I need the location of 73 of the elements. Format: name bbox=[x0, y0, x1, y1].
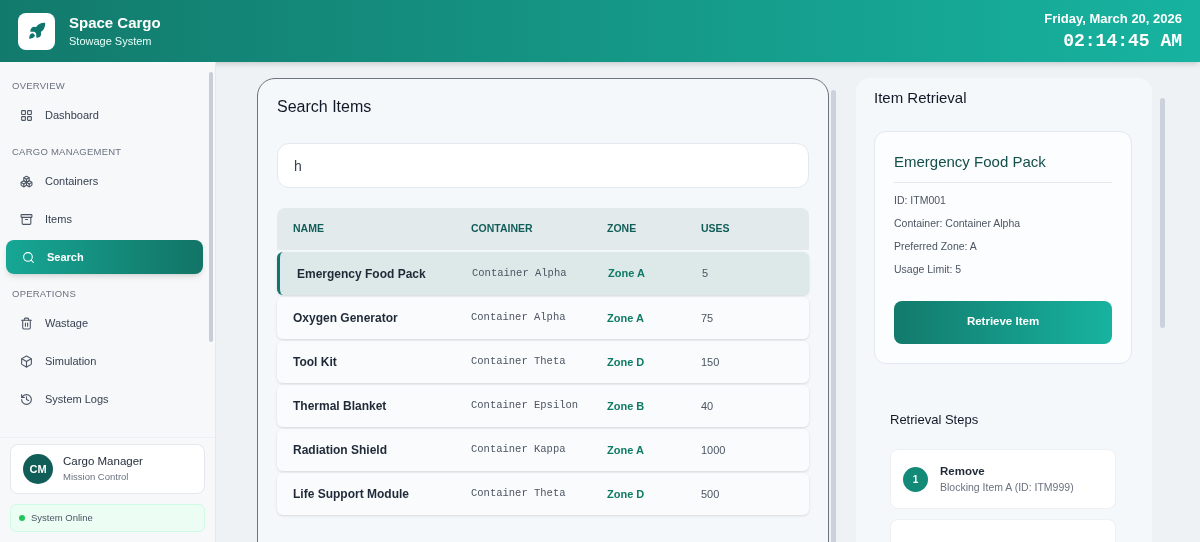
item-name: Emergency Food Pack bbox=[297, 265, 427, 283]
uses-text: 150 bbox=[701, 354, 721, 370]
nav-icon bbox=[20, 108, 33, 122]
column-header: ZONE bbox=[607, 221, 638, 237]
status-text: System Online bbox=[31, 510, 93, 525]
uses-text: 40 bbox=[701, 398, 715, 414]
date-text: Friday, March 20, 2026 bbox=[1044, 10, 1182, 28]
sidebar-item[interactable]: Containers bbox=[6, 164, 203, 198]
container-name: Container Theta bbox=[471, 486, 567, 502]
nav-icon bbox=[20, 174, 33, 188]
search-field[interactable]: h bbox=[277, 143, 809, 188]
detail-text: Container: Container Alpha bbox=[894, 215, 1022, 231]
user-avatar: CM bbox=[23, 454, 53, 484]
zone-text: Zone A bbox=[607, 310, 645, 326]
item-name: Life Support Module bbox=[293, 486, 410, 503]
nav-icon bbox=[20, 316, 33, 330]
zone-text: Zone A bbox=[607, 442, 645, 458]
zone-text: Zone D bbox=[607, 486, 646, 502]
uses-text: 75 bbox=[701, 310, 715, 326]
container-name: Container Kappa bbox=[471, 442, 567, 458]
user-role: Mission Control bbox=[63, 470, 130, 484]
uses-text: 500 bbox=[701, 486, 721, 502]
detail-text: Preferred Zone: A bbox=[894, 238, 978, 254]
table-row[interactable]: Emergency Food Pack Container Alpha Zone A 5 bbox=[277, 252, 809, 295]
item-name: Thermal Blanket bbox=[293, 398, 388, 415]
detail-text: Usage Limit: 5 bbox=[894, 261, 963, 277]
item-name: Oxygen Generator bbox=[293, 310, 399, 327]
table-row[interactable]: Oxygen Generator Container Alpha Zone A 75 bbox=[277, 297, 809, 339]
column-header: NAME bbox=[293, 221, 325, 237]
card-title: Search Items bbox=[277, 97, 373, 117]
uses-text: 5 bbox=[702, 266, 710, 282]
table-row[interactable]: Tool Kit Container Theta Zone D 150 bbox=[277, 341, 809, 383]
table-row[interactable]: Radiation Shield Container Kappa Zone A 1000 bbox=[277, 429, 809, 471]
step-number: 1 bbox=[903, 466, 928, 492]
zone-text: Zone B bbox=[607, 398, 646, 414]
app-title: Space Cargo bbox=[69, 13, 161, 33]
zone-text: Zone A bbox=[608, 266, 646, 282]
app-subtitle: Stowage System bbox=[69, 34, 153, 49]
column-header: USES bbox=[701, 221, 731, 237]
section-heading: CARGO MANAGEMENT bbox=[11, 144, 123, 159]
user-name: Cargo Manager bbox=[63, 454, 143, 469]
sidebar-item[interactable]: Items bbox=[6, 202, 203, 236]
item-name: Tool Kit bbox=[293, 354, 338, 371]
sidebar-item[interactable]: Wastage bbox=[6, 306, 203, 340]
container-name: Container Epsilon bbox=[471, 398, 580, 414]
container-name: Container Alpha bbox=[471, 310, 567, 326]
step-detail: Blocking Item A (ID: ITM999) bbox=[940, 479, 1074, 495]
steps-title: Retrieval Steps bbox=[890, 410, 980, 429]
nav-icon bbox=[20, 212, 33, 226]
item-title: Emergency Food Pack bbox=[894, 151, 1112, 183]
nav-icon bbox=[20, 354, 33, 368]
nav-icon bbox=[20, 392, 33, 406]
table-row[interactable]: Life Support Module Container Theta Zone D 500 bbox=[277, 473, 809, 515]
item-name: Radiation Shield bbox=[293, 442, 388, 459]
section-heading: OPERATIONS bbox=[11, 286, 77, 301]
sidebar-item[interactable]: System Logs bbox=[6, 382, 203, 416]
zone-text: Zone D bbox=[607, 354, 646, 370]
retrieve-button[interactable]: Retrieve Item bbox=[894, 300, 1112, 344]
nav-icon bbox=[22, 250, 35, 264]
uses-text: 1000 bbox=[701, 442, 727, 458]
container-name: Container Theta bbox=[471, 354, 567, 370]
table-row[interactable]: Thermal Blanket Container Epsilon Zone B 40 bbox=[277, 385, 809, 427]
detail-text: ID: ITM001 bbox=[894, 192, 947, 208]
clock-text: 02:14:45 AM bbox=[1063, 30, 1182, 53]
column-header: CONTAINER bbox=[471, 221, 534, 237]
panel-title: Item Retrieval bbox=[874, 88, 968, 108]
step-action: Remove bbox=[940, 463, 986, 479]
sidebar-item[interactable]: Dashboard bbox=[6, 98, 203, 132]
container-name: Container Alpha bbox=[472, 265, 568, 281]
section-heading: OVERVIEW bbox=[11, 78, 66, 93]
rocket-logo-icon bbox=[18, 12, 55, 50]
sidebar-item[interactable]: Simulation bbox=[6, 344, 203, 378]
sidebar-item[interactable]: Search bbox=[6, 240, 203, 274]
